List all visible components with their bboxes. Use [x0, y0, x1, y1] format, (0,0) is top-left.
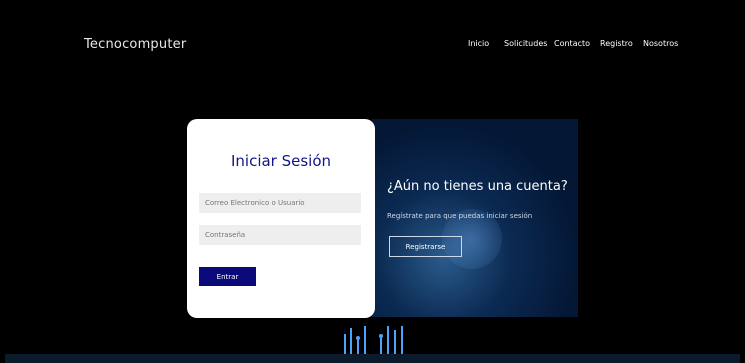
login-card: Iniciar Sesión Entrar	[187, 119, 375, 318]
bottom-bar	[5, 354, 740, 363]
email-input[interactable]	[199, 193, 361, 213]
signup-panel: ¿Aún no tienes una cuenta? Regístrate pa…	[372, 119, 578, 317]
signup-text: Regístrate para que puedas iniciar sesió…	[387, 212, 533, 220]
login-submit-button[interactable]: Entrar	[199, 267, 256, 286]
signup-title: ¿Aún no tienes una cuenta?	[387, 179, 568, 194]
nav-link-contacto[interactable]: Contacto	[554, 39, 590, 48]
register-button[interactable]: Registrarse	[389, 236, 462, 257]
nav-link-inicio[interactable]: Inicio	[468, 39, 489, 48]
page: Tecnocomputer Inicio Solicitudes Contact…	[5, 8, 740, 363]
login-title: Iniciar Sesión	[230, 152, 332, 170]
password-input[interactable]	[199, 225, 361, 245]
nav-link-solicitudes[interactable]: Solicitudes	[504, 39, 547, 48]
main-nav: Inicio Solicitudes Contacto Registro Nos…	[5, 39, 740, 53]
nav-link-registro[interactable]: Registro	[600, 39, 633, 48]
nav-link-nosotros[interactable]: Nosotros	[643, 39, 678, 48]
